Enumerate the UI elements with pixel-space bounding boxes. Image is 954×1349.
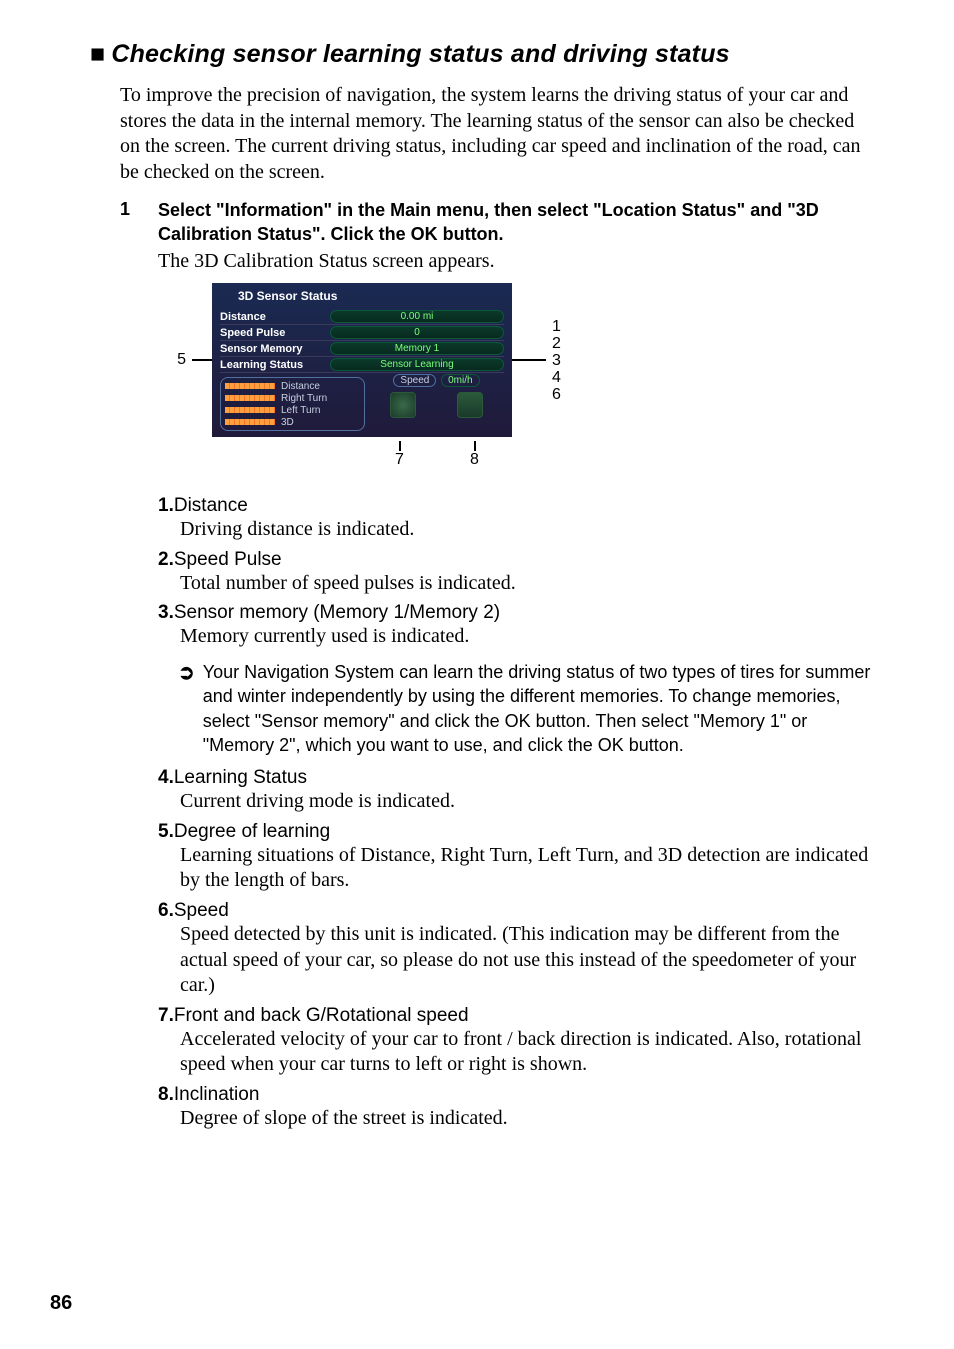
rotational-gauge-icon (390, 392, 416, 418)
def-body: Driving distance is indicated. (180, 517, 874, 543)
def-number: 3. (158, 602, 174, 623)
def-body: Memory currently used is indicated. (180, 624, 874, 650)
def-body: Degree of slope of the street is indicat… (180, 1106, 874, 1132)
def-title: Speed (174, 900, 229, 921)
status-row: Speed Pulse 0 (220, 325, 504, 341)
status-label: Sensor Memory (220, 343, 330, 355)
status-label: Learning Status (220, 359, 330, 371)
status-value: Memory 1 (330, 342, 504, 355)
def-title: Learning Status (174, 767, 307, 788)
def-title: Distance (174, 495, 248, 516)
status-label: Speed Pulse (220, 327, 330, 339)
def-body: Learning situations of Distance, Right T… (180, 843, 874, 894)
def-number: 2. (158, 549, 174, 570)
callout-num: 3 (552, 352, 561, 369)
def-body: Total number of speed pulses is indicate… (180, 571, 874, 597)
bar-row: Right Turn (225, 392, 360, 404)
tick-icon (399, 441, 401, 451)
def-title: Sensor memory (Memory 1/Memory 2) (174, 602, 500, 623)
bar-row: 3D (225, 416, 360, 428)
speed-label: Speed (393, 374, 436, 387)
definition: 2.Speed Pulse Total number of speed puls… (158, 549, 874, 597)
def-number: 1. (158, 495, 174, 516)
figure-row: 5 3D Sensor Status Distance 0.00 mi Spee… (158, 283, 904, 437)
intro-paragraph: To improve the precision of navigation, … (120, 83, 874, 185)
definition: 7.Front and back G/Rotational speed Acce… (158, 1005, 874, 1078)
def-body: Speed detected by this unit is indicated… (180, 922, 874, 999)
definition: 4.Learning Status Current driving mode i… (158, 767, 874, 815)
def-number: 4. (158, 767, 174, 788)
callout-num: 1 (552, 318, 561, 335)
callout-num: 2 (552, 335, 561, 352)
definition: 8.Inclination Degree of slope of the str… (158, 1084, 874, 1132)
callout-num: 7 (395, 451, 404, 468)
bar-row: Left Turn (225, 404, 360, 416)
speed-value: 0mi/h (441, 374, 479, 387)
bar-label: 3D (281, 417, 294, 428)
figure-title: 3D Sensor Status (238, 289, 504, 303)
def-title: Degree of learning (174, 821, 330, 842)
def-number: 6. (158, 900, 174, 921)
callout-left: 5 (158, 351, 192, 369)
def-title: Front and back G/Rotational speed (174, 1005, 469, 1026)
status-row: Learning Status Sensor Learning (220, 357, 504, 373)
callouts-right: 1 2 3 4 6 (552, 318, 561, 403)
bar-row: Distance (225, 380, 360, 392)
def-number: 7. (158, 1005, 174, 1026)
status-row: Distance 0.00 mi (220, 309, 504, 325)
status-label: Distance (220, 311, 330, 323)
note: ➲ Your Navigation System can learn the d… (178, 660, 874, 757)
callout-num: 6 (552, 386, 561, 403)
status-value: Sensor Learning (330, 358, 504, 371)
step-row: 1 Select "Information" in the Main menu,… (120, 199, 874, 246)
bar-label: Distance (281, 381, 320, 392)
def-body: Current driving mode is indicated. (180, 789, 874, 815)
section-bullet: ■ (90, 40, 105, 68)
section-title-text: Checking sensor learning status and driv… (111, 40, 729, 68)
status-value: 0.00 mi (330, 310, 504, 323)
def-body: Accelerated velocity of your car to fron… (180, 1027, 874, 1078)
section-title: ■Checking sensor learning status and dri… (90, 40, 904, 69)
def-title: Speed Pulse (174, 549, 282, 570)
definition: 1.Distance Driving distance is indicated… (158, 495, 874, 543)
bar-label: Right Turn (281, 393, 327, 404)
callout-left-line (192, 359, 212, 361)
definition: 3.Sensor memory (Memory 1/Memory 2) Memo… (158, 602, 874, 650)
callout-num: 4 (552, 369, 561, 386)
page-number: 86 (50, 1292, 72, 1315)
step-instruction: Select "Information" in the Main menu, t… (158, 199, 874, 246)
calibration-figure: 5 3D Sensor Status Distance 0.00 mi Spee… (158, 283, 904, 469)
def-number: 5. (158, 821, 174, 842)
bar-label: Left Turn (281, 405, 320, 416)
status-value: 0 (330, 326, 504, 339)
status-row: Sensor Memory Memory 1 (220, 341, 504, 357)
callout-num: 8 (470, 451, 479, 468)
note-icon: ➲ (178, 660, 195, 757)
inclination-gauge-icon (457, 392, 483, 418)
note-text: Your Navigation System can learn the dri… (203, 660, 874, 757)
def-title: Inclination (174, 1084, 260, 1105)
definition: 6.Speed Speed detected by this unit is i… (158, 900, 874, 999)
def-number: 8. (158, 1084, 174, 1105)
sensor-status-screen: 3D Sensor Status Distance 0.00 mi Speed … (212, 283, 512, 437)
page: ■Checking sensor learning status and dri… (0, 0, 954, 1349)
step-number: 1 (120, 199, 158, 246)
definition: 5.Degree of learning Learning situations… (158, 821, 874, 894)
tick-icon (474, 441, 476, 451)
callout-right-line (512, 359, 546, 361)
callouts-bottom: 7 8 (212, 437, 512, 469)
learning-bars: Distance Right Turn Left Turn 3D (220, 377, 365, 431)
step-description: The 3D Calibration Status screen appears… (158, 250, 904, 273)
